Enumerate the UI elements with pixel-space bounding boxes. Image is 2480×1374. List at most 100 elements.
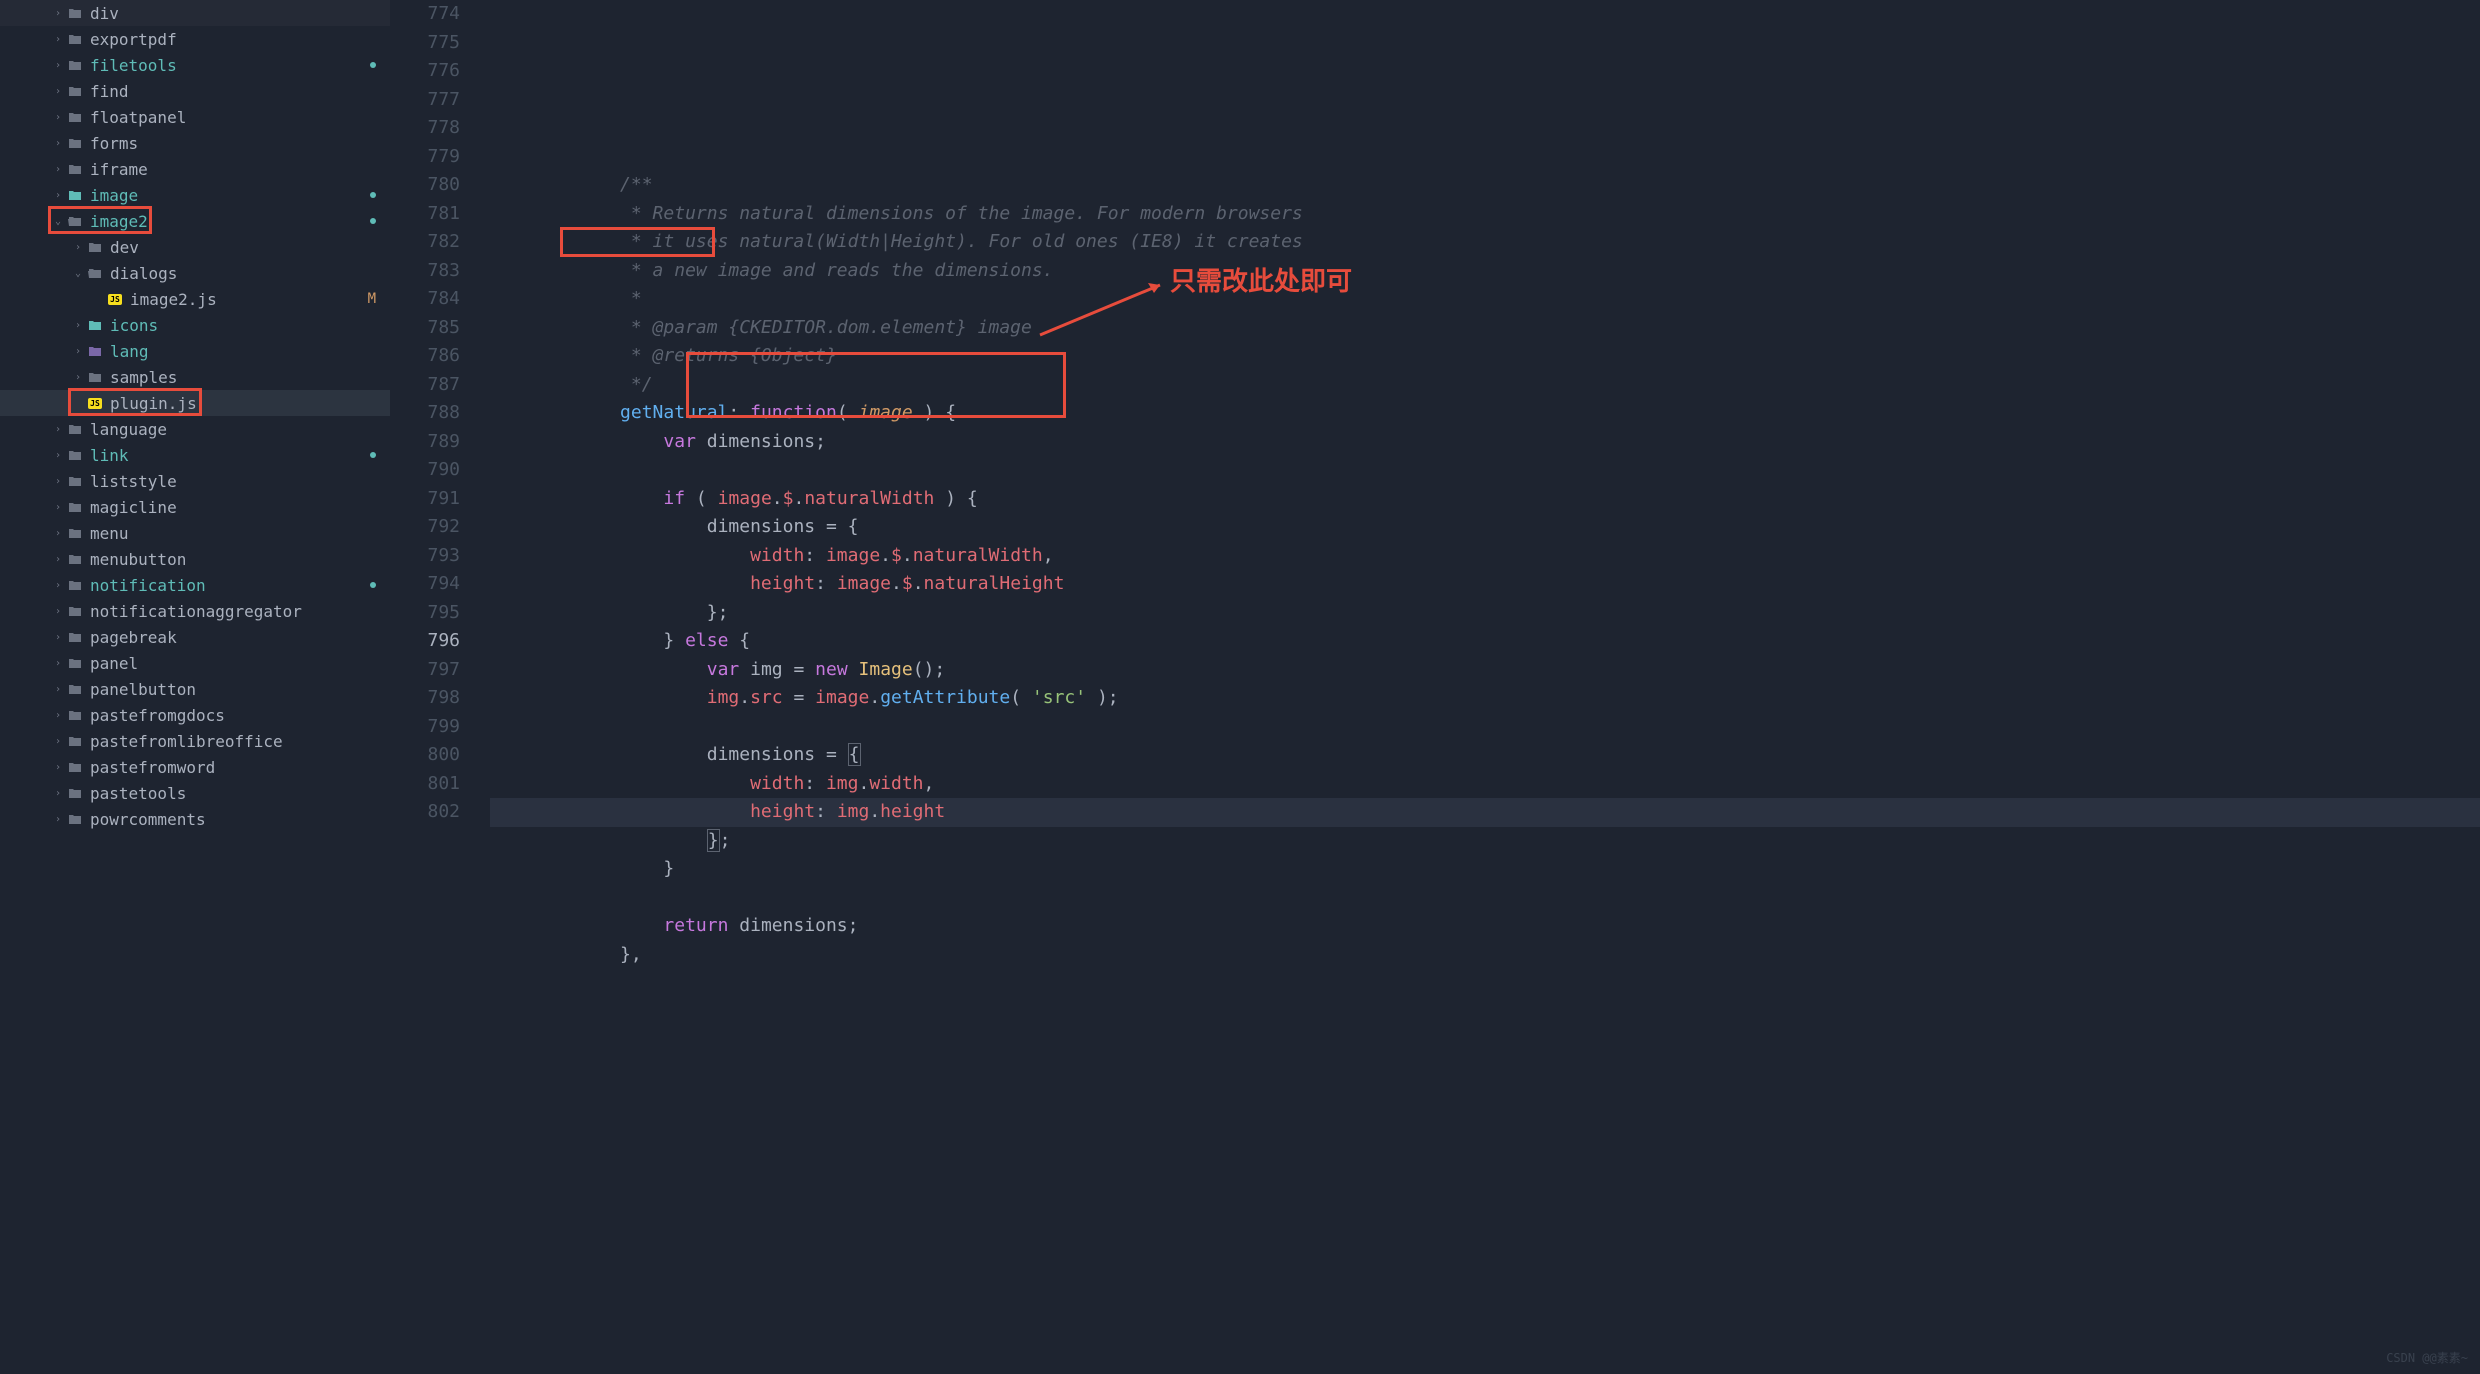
tree-item-iframe[interactable]: ›iframe <box>0 156 390 182</box>
chevron-right-icon[interactable]: › <box>50 658 66 669</box>
chevron-right-icon[interactable]: › <box>50 424 66 435</box>
tree-item-lang[interactable]: › lang <box>0 338 390 364</box>
tree-item-exportpdf[interactable]: ›exportpdf <box>0 26 390 52</box>
chevron-right-icon[interactable]: › <box>50 138 66 149</box>
chevron-right-icon[interactable]: › <box>50 710 66 721</box>
folder-icon <box>66 189 84 201</box>
folder-icon <box>86 371 104 383</box>
tree-item-image[interactable]: ›image <box>0 182 390 208</box>
code-line[interactable] <box>490 884 2480 913</box>
code-line[interactable]: img.src = image.getAttribute( 'src' ); <box>490 684 2480 713</box>
tree-item-forms[interactable]: ›forms <box>0 130 390 156</box>
chevron-right-icon[interactable]: › <box>50 164 66 175</box>
code-line[interactable]: * a new image and reads the dimensions. <box>490 257 2480 286</box>
code-line[interactable]: } else { <box>490 627 2480 656</box>
code-line[interactable]: }, <box>490 941 2480 970</box>
code-line[interactable]: var img = new Image(); <box>490 656 2480 685</box>
tree-item-panel[interactable]: ›panel <box>0 650 390 676</box>
tree-item-pastefromlibreoffice[interactable]: ›pastefromlibreoffice <box>0 728 390 754</box>
code-line[interactable]: dimensions = { <box>490 741 2480 770</box>
chevron-right-icon[interactable]: › <box>50 528 66 539</box>
line-number: 784 <box>390 285 460 314</box>
tree-item-notificationaggregator[interactable]: ›notificationaggregator <box>0 598 390 624</box>
code-line[interactable]: height: image.$.naturalHeight <box>490 570 2480 599</box>
chevron-right-icon[interactable]: › <box>50 554 66 565</box>
chevron-right-icon[interactable]: › <box>50 34 66 45</box>
tree-item-panelbutton[interactable]: ›panelbutton <box>0 676 390 702</box>
code-line[interactable] <box>490 713 2480 742</box>
code-line[interactable]: } <box>490 855 2480 884</box>
tree-item-icons[interactable]: ›icons <box>0 312 390 338</box>
tree-item-filetools[interactable]: ›filetools <box>0 52 390 78</box>
chevron-right-icon[interactable]: › <box>50 606 66 617</box>
chevron-right-icon[interactable]: › <box>50 60 66 71</box>
code-line[interactable]: * <box>490 285 2480 314</box>
chevron-right-icon[interactable]: › <box>50 762 66 773</box>
tree-item-dialogs[interactable]: ⌄dialogs <box>0 260 390 286</box>
folder-icon <box>66 475 84 487</box>
code-line[interactable]: if ( image.$.naturalWidth ) { <box>490 485 2480 514</box>
code-line[interactable]: width: img.width, <box>490 770 2480 799</box>
tree-item-plugin-js[interactable]: JSplugin.js <box>0 390 390 416</box>
code-content[interactable]: 只需改此处即可 /** * Returns natural dimensions… <box>490 0 2480 1374</box>
chevron-right-icon[interactable]: › <box>50 476 66 487</box>
tree-item-language[interactable]: ›language <box>0 416 390 442</box>
code-line[interactable] <box>490 456 2480 485</box>
chevron-right-icon[interactable]: › <box>50 736 66 747</box>
code-line[interactable]: * Returns natural dimensions of the imag… <box>490 200 2480 229</box>
chevron-right-icon[interactable]: › <box>70 372 86 383</box>
tree-item-pastefromword[interactable]: ›pastefromword <box>0 754 390 780</box>
code-editor[interactable]: 7747757767777787797807817827837847857867… <box>390 0 2480 1374</box>
code-line[interactable]: * @param {CKEDITOR.dom.element} image <box>490 314 2480 343</box>
line-number: 779 <box>390 143 460 172</box>
chevron-right-icon[interactable]: › <box>50 632 66 643</box>
tree-item-label: dev <box>110 238 139 257</box>
code-line[interactable]: height: img.height <box>490 798 2480 827</box>
chevron-right-icon[interactable]: › <box>50 86 66 97</box>
tree-item-dev[interactable]: › dev <box>0 234 390 260</box>
tree-item-powrcomments[interactable]: ›powrcomments <box>0 806 390 832</box>
line-number: 777 <box>390 86 460 115</box>
file-explorer-sidebar[interactable]: ›div›exportpdf›filetools›find›floatpanel… <box>0 0 390 1374</box>
line-number: 788 <box>390 399 460 428</box>
code-line[interactable]: return dimensions; <box>490 912 2480 941</box>
code-line[interactable]: dimensions = { <box>490 513 2480 542</box>
chevron-right-icon[interactable]: › <box>50 580 66 591</box>
tree-item-samples[interactable]: ›samples <box>0 364 390 390</box>
tree-item-floatpanel[interactable]: ›floatpanel <box>0 104 390 130</box>
tree-item-notification[interactable]: ›notification <box>0 572 390 598</box>
git-status-badge: M <box>368 291 376 307</box>
tree-item-div[interactable]: ›div <box>0 0 390 26</box>
chevron-right-icon[interactable]: › <box>70 242 86 253</box>
code-line[interactable] <box>490 969 2480 998</box>
chevron-right-icon[interactable]: › <box>50 788 66 799</box>
chevron-right-icon[interactable]: › <box>50 190 66 201</box>
chevron-right-icon[interactable]: › <box>50 684 66 695</box>
tree-item-magicline[interactable]: ›magicline <box>0 494 390 520</box>
tree-item-pastetools[interactable]: ›pastetools <box>0 780 390 806</box>
tree-item-find[interactable]: ›find <box>0 78 390 104</box>
code-line[interactable]: var dimensions; <box>490 428 2480 457</box>
chevron-right-icon[interactable]: › <box>70 346 86 357</box>
code-line[interactable]: }; <box>490 827 2480 856</box>
chevron-right-icon[interactable]: › <box>50 502 66 513</box>
chevron-right-icon[interactable]: › <box>50 814 66 825</box>
chevron-right-icon[interactable]: › <box>50 450 66 461</box>
code-line[interactable]: /** <box>490 171 2480 200</box>
code-line[interactable]: }; <box>490 599 2480 628</box>
tree-item-menu[interactable]: ›menu <box>0 520 390 546</box>
chevron-right-icon[interactable]: › <box>50 8 66 19</box>
code-line[interactable]: width: image.$.naturalWidth, <box>490 542 2480 571</box>
tree-item-pagebreak[interactable]: ›pagebreak <box>0 624 390 650</box>
code-line[interactable]: * it uses natural(Width|Height). For old… <box>490 228 2480 257</box>
tree-item-menubutton[interactable]: ›menubutton <box>0 546 390 572</box>
chevron-down-icon[interactable]: ⌄ <box>70 268 86 279</box>
tree-item-pastefromgdocs[interactable]: ›pastefromgdocs <box>0 702 390 728</box>
tree-item-label: lang <box>110 342 149 361</box>
tree-item-link[interactable]: ›link <box>0 442 390 468</box>
tree-item-liststyle[interactable]: ›liststyle <box>0 468 390 494</box>
tree-item-image2-js[interactable]: JSimage2.jsM <box>0 286 390 312</box>
chevron-right-icon[interactable]: › <box>70 320 86 331</box>
chevron-right-icon[interactable]: › <box>50 112 66 123</box>
tree-item-image2[interactable]: ⌄image2 <box>0 208 390 234</box>
